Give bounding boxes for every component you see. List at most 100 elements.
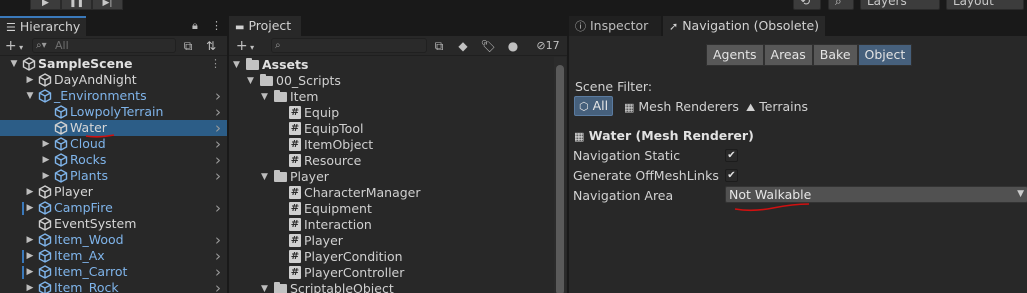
hierarchy-row[interactable]: ▼ SampleScene ⋮ <box>0 56 227 72</box>
open-prefab-chevron-icon[interactable]: › <box>215 248 221 264</box>
play-button[interactable]: ▶ <box>30 0 61 10</box>
csharp-script-icon: # <box>289 186 301 199</box>
tab-inspector-label: Inspector <box>589 18 649 33</box>
project-search-input[interactable]: ⌕ <box>271 38 427 53</box>
open-prefab-chevron-icon[interactable]: › <box>215 168 221 184</box>
hidden-packages-button[interactable]: ⊘17 <box>531 38 565 54</box>
create-asset-button[interactable]: + ▾ <box>231 38 259 54</box>
lock-icon[interactable]: 🔒︎ <box>192 19 198 33</box>
open-prefab-chevron-icon[interactable]: › <box>215 136 221 152</box>
hierarchy-row-label: CampFire <box>54 200 113 215</box>
search-button[interactable]: ⌕ <box>828 0 854 10</box>
scene-visibility-icon[interactable]: ⧉ <box>180 38 196 54</box>
tab-inspector[interactable]: ⓘ Inspector <box>569 16 661 36</box>
hierarchy-row[interactable]: ▶ Player <box>0 184 227 200</box>
collapse-arrow-icon[interactable]: ▶ <box>25 184 35 200</box>
tab-hierarchy[interactable]: ☰ Hierarchy <box>0 16 86 36</box>
filter-all-button[interactable]: ⬡ All <box>574 96 614 116</box>
hierarchy-row[interactable]: ▼ _Environments › <box>0 88 227 104</box>
hierarchy-row-label: DayAndNight <box>54 72 137 87</box>
layout-dropdown[interactable]: Layout <box>946 0 1024 10</box>
project-folder-row[interactable]: ▼ 00_Scripts <box>229 73 554 89</box>
filter-by-type-icon[interactable]: ◆ <box>455 38 471 54</box>
scene-menu-icon[interactable]: ⋮ <box>210 56 221 72</box>
project-script-row[interactable]: # Interaction <box>229 217 554 233</box>
project-script-row[interactable]: # ItemObject <box>229 137 554 153</box>
collapse-arrow-icon[interactable]: ▶ <box>41 168 51 184</box>
open-prefab-chevron-icon[interactable]: › <box>215 120 221 136</box>
undo-history-button[interactable]: ⟲ <box>793 0 821 10</box>
layers-dropdown[interactable]: Layers <box>860 0 940 10</box>
hierarchy-row[interactable]: ▶ Plants › <box>0 168 227 184</box>
expand-arrow-icon[interactable]: ▼ <box>261 169 268 185</box>
generate-offmeshlinks-checkbox[interactable]: ✔ <box>725 169 738 182</box>
expand-arrow-icon[interactable]: ▼ <box>233 57 240 73</box>
segment-areas[interactable]: Areas <box>763 44 813 66</box>
collapse-arrow-icon[interactable]: ▶ <box>25 72 35 88</box>
collapse-arrow-icon[interactable]: ▶ <box>41 152 51 168</box>
tab-navigation[interactable]: ➚ Navigation (Obsolete) <box>663 16 825 36</box>
project-scrollbar[interactable] <box>554 57 566 293</box>
project-folder-row[interactable]: ▼ ScriptableObject <box>229 281 554 293</box>
expand-arrow-icon[interactable]: ▼ <box>261 281 268 293</box>
open-prefab-chevron-icon[interactable]: › <box>215 88 221 104</box>
tab-project[interactable]: ▬ Project <box>229 16 301 36</box>
project-script-row[interactable]: # Equipment <box>229 201 554 217</box>
navigation-static-checkbox[interactable]: ✔ <box>725 149 738 162</box>
segment-bake[interactable]: Bake <box>812 44 858 66</box>
hierarchy-search-input[interactable]: ⌕▾ All <box>32 38 176 53</box>
scrollbar-thumb[interactable] <box>556 65 564 293</box>
hierarchy-panel: ☰ Hierarchy 🔒︎ ⋮ + ▾ ⌕▾ All ⧉ ⇅ ▼ SampleS… <box>0 16 227 293</box>
open-prefab-chevron-icon[interactable]: › <box>215 280 221 293</box>
hierarchy-row[interactable]: ▶ Item_Rock › <box>0 280 227 293</box>
expand-arrow-icon[interactable]: ▼ <box>247 73 254 89</box>
open-prefab-chevron-icon[interactable]: › <box>215 232 221 248</box>
collapse-arrow-icon[interactable]: ▶ <box>25 264 35 280</box>
kebab-menu-icon[interactable]: ⋮ <box>211 19 222 32</box>
step-button[interactable]: ▶| <box>92 0 123 10</box>
project-script-row[interactable]: # Resource <box>229 153 554 169</box>
project-script-row[interactable]: # Equip <box>229 105 554 121</box>
hierarchy-row[interactable]: ▶ Rocks › <box>0 152 227 168</box>
add-object-button[interactable]: + ▾ <box>0 38 28 54</box>
filter-terrains-button[interactable]: ⛰︎ Terrains <box>746 99 808 115</box>
project-folder-row[interactable]: ▼ Item <box>229 89 554 105</box>
collapse-arrow-icon[interactable]: ▶ <box>25 248 35 264</box>
project-script-row[interactable]: # PlayerCondition <box>229 249 554 265</box>
project-script-row[interactable]: # EquipTool <box>229 121 554 137</box>
open-prefab-chevron-icon[interactable]: › <box>215 152 221 168</box>
tab-project-label: Project <box>248 18 292 33</box>
search-icon: ⌕ <box>275 40 281 51</box>
filter-mesh-renderers-button[interactable]: ▦ Mesh Renderers <box>624 99 739 114</box>
project-folder-row[interactable]: ▼ Assets <box>229 57 554 73</box>
hierarchy-row-label: SampleScene <box>38 56 133 71</box>
hierarchy-row[interactable]: ▶ CampFire › <box>0 200 227 216</box>
expand-arrow-icon[interactable]: ▼ <box>9 56 19 72</box>
collapse-arrow-icon[interactable]: ▶ <box>25 200 35 216</box>
project-script-row[interactable]: # CharacterManager <box>229 185 554 201</box>
expand-arrow-icon[interactable]: ▼ <box>261 89 268 105</box>
hierarchy-row[interactable]: ▶ Item_Carrot › <box>0 264 227 280</box>
open-prefab-chevron-icon[interactable]: › <box>215 104 221 120</box>
hierarchy-row[interactable]: EventSystem <box>0 216 227 232</box>
open-prefab-chevron-icon[interactable]: › <box>215 200 221 216</box>
project-folder-row[interactable]: ▼ Player <box>229 169 554 185</box>
project-script-row[interactable]: # Player <box>229 233 554 249</box>
filter-by-label-icon[interactable]: 🏷︎ <box>480 38 496 54</box>
pause-button[interactable]: ❚❚ <box>61 0 92 10</box>
sort-icon[interactable]: ⇅ <box>203 38 219 54</box>
hierarchy-row[interactable]: ▶ Item_Ax › <box>0 248 227 264</box>
segment-agents[interactable]: Agents <box>706 44 764 66</box>
project-script-row[interactable]: # PlayerController <box>229 265 554 281</box>
expand-arrow-icon[interactable]: ▼ <box>25 88 35 104</box>
warning-filter-icon[interactable]: ● <box>505 38 521 54</box>
collapse-arrow-icon[interactable]: ▶ <box>25 232 35 248</box>
segment-object[interactable]: Object <box>857 44 913 66</box>
hierarchy-row[interactable]: LowpolyTerrain › <box>0 104 227 120</box>
collapse-arrow-icon[interactable]: ▶ <box>25 280 35 293</box>
open-prefab-chevron-icon[interactable]: › <box>215 264 221 280</box>
collapse-arrow-icon[interactable]: ▶ <box>41 136 51 152</box>
hierarchy-row[interactable]: ▶ DayAndNight <box>0 72 227 88</box>
hierarchy-row[interactable]: ▶ Item_Wood › <box>0 232 227 248</box>
search-mode-icon[interactable]: ⧉ <box>431 38 447 54</box>
